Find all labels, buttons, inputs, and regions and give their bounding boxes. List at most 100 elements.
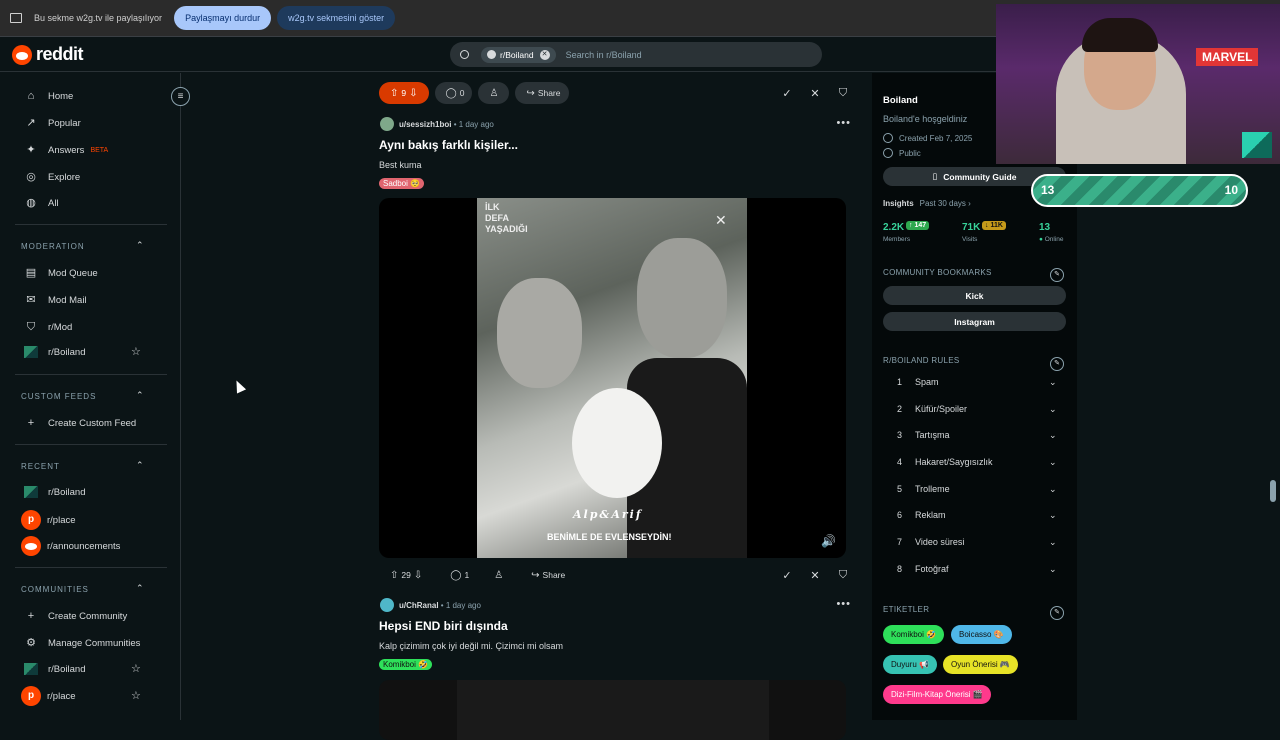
chevron-up-icon[interactable]: ⌃ (136, 583, 144, 594)
sidebar-item-mod-mail[interactable]: ✉ Mod Mail (24, 293, 86, 307)
community-sidebar: Boiland Boiland'e hoşgeldiniz Created Fe… (872, 73, 1077, 720)
clear-scope-icon[interactable]: ✕ (539, 49, 550, 60)
post-flair[interactable]: Komikboi 🤣 (379, 659, 433, 670)
comments-button[interactable]: ◯ 1 (439, 564, 477, 586)
tag-komikboi[interactable]: Komikboi 🤣 (883, 625, 945, 644)
sidebar-item-answers[interactable]: ✦ Answers BETA (24, 143, 108, 157)
comment-count: 1 (464, 570, 470, 580)
approve-icon[interactable]: ✓ (775, 87, 799, 100)
show-tab-button[interactable]: w2g.tv sekmesini göster (277, 6, 396, 30)
sidebar-item-boiland[interactable]: r/Boiland (24, 346, 86, 358)
user-avatar[interactable] (380, 598, 394, 612)
video-caption-sub: BENİMLE DE EVLENSEYDİN! (547, 532, 672, 542)
snoo-icon (12, 44, 32, 65)
page-scrollbar[interactable] (1270, 480, 1276, 502)
post-author[interactable]: u/ChRanal (399, 601, 439, 610)
search-input[interactable]: Search in r/Boiland (566, 50, 642, 60)
volume-icon[interactable]: 🔊 (821, 534, 836, 548)
sidebar-item-label: Popular (48, 117, 81, 129)
more-options-icon[interactable]: ••• (836, 598, 851, 610)
all-icon: ◍ (26, 197, 36, 209)
mod-shield-icon[interactable]: ⛉ (831, 569, 855, 582)
more-options-icon[interactable]: ••• (836, 117, 851, 129)
rule-title: Hakaret/Saygısızlık (915, 457, 993, 467)
stop-sharing-button[interactable]: Paylaşmayı durdur (174, 6, 272, 30)
popular-icon: ↗ (26, 117, 36, 129)
custom-feeds-header[interactable]: CUSTOM FEEDS (21, 392, 96, 401)
collapse-sidebar-icon[interactable]: ≡ (171, 87, 190, 106)
create-community-button[interactable]: + Create Community (24, 609, 127, 623)
favorite-star-icon[interactable]: ☆ (131, 689, 141, 702)
tag-oyun-onerisi[interactable]: Oyun Önerisi 🎮 (943, 655, 1018, 674)
mod-shield-icon[interactable]: ⛉ (831, 87, 855, 100)
tag-dizi-film-kitap[interactable]: Dizi-Film-Kitap Önerisi 🎬 (883, 685, 991, 704)
favorite-star-icon[interactable]: ☆ (131, 345, 141, 358)
approve-icon[interactable]: ✓ (775, 569, 799, 582)
sidebar-item-label: Home (48, 90, 74, 102)
post-image[interactable] (379, 680, 846, 740)
recent-header[interactable]: RECENT (21, 462, 60, 471)
sidebar-item-recent-place[interactable]: p r/place (21, 510, 76, 530)
award-icon: ♙ (489, 87, 499, 99)
rule-title: Reklam (915, 510, 946, 520)
tag-duyuru[interactable]: Duyuru 📢 (883, 655, 937, 674)
communities-header[interactable]: COMMUNITIES (21, 585, 89, 594)
post-video[interactable]: İLK DEFA YAŞADIĞI ✕ Alp&Arif BENİMLE DE EV… (379, 198, 846, 558)
post-flair[interactable]: Sadboi 🥺 (379, 178, 425, 189)
post-title[interactable]: Hepsi END biri dışında (379, 619, 508, 633)
community-created: Created Feb 7, 2025 (883, 133, 972, 143)
streamer-hair (1082, 18, 1158, 52)
search-bar[interactable]: r/Boiland ✕ Search in r/Boiland (450, 42, 822, 67)
sidebar-item-community-place[interactable]: p r/place (21, 686, 76, 706)
search-scope-chip[interactable]: r/Boiland ✕ (481, 46, 556, 63)
award-button[interactable]: ♙ (478, 82, 510, 104)
post-title[interactable]: Aynı bakış farklı kişiler... (379, 138, 518, 152)
sidebar-item-label: r/place (47, 690, 76, 702)
upvote-icon[interactable]: ⇧ (390, 570, 398, 581)
share-button[interactable]: ↪ Share (515, 82, 569, 104)
downvote-icon[interactable]: ⇩ (409, 88, 417, 99)
downvote-icon[interactable]: ⇩ (414, 570, 422, 581)
rule-number: 4 (897, 457, 903, 467)
share-button[interactable]: ↪ Share (520, 564, 573, 586)
video-overlay-text: İLK DEFA YAŞADIĞI (485, 202, 528, 234)
tag-boicasso[interactable]: Boicasso 🎨 (951, 625, 1012, 644)
chevron-up-icon[interactable]: ⌃ (136, 240, 144, 251)
sidebar-item-recent-boiland[interactable]: r/Boiland (24, 486, 86, 498)
comments-button[interactable]: ◯ 0 (434, 82, 473, 104)
insights-header[interactable]: Insights Past 30 days › (883, 199, 971, 208)
create-custom-feed-button[interactable]: + Create Custom Feed (24, 416, 136, 430)
user-avatar[interactable] (380, 117, 394, 131)
sidebar-item-r-mod[interactable]: ⛉ r/Mod (24, 320, 72, 334)
chevron-down-icon: ⌄ (1049, 537, 1057, 547)
sidebar-item-popular[interactable]: ↗ Popular (24, 116, 81, 130)
award-button[interactable]: ♙ (483, 564, 514, 586)
rule-number: 3 (897, 430, 903, 440)
edit-bookmarks-icon[interactable]: ✎ (1050, 268, 1064, 282)
remove-icon[interactable]: ✕ (803, 569, 827, 582)
sidebar-item-home[interactable]: ⌂ Home (24, 89, 74, 103)
sidebar-item-label: r/Mod (48, 321, 73, 333)
boiland-community-icon (24, 486, 38, 498)
vote-pill: ⇧ 9 ⇩ (379, 82, 429, 104)
sidebar-item-mod-queue[interactable]: ▤ Mod Queue (24, 266, 98, 280)
edit-rules-icon[interactable]: ✎ (1050, 357, 1064, 371)
sidebar-item-community-boiland[interactable]: r/Boiland (24, 663, 86, 675)
home-icon: ⌂ (27, 90, 35, 102)
bookmark-instagram[interactable]: Instagram (883, 312, 1066, 331)
chevron-up-icon[interactable]: ⌃ (136, 460, 144, 471)
sidebar-item-recent-announcements[interactable]: r/announcements (21, 536, 120, 556)
manage-communities-button[interactable]: ⚙ Manage Communities (24, 636, 140, 650)
edit-tags-icon[interactable]: ✎ (1050, 606, 1064, 620)
favorite-star-icon[interactable]: ☆ (131, 662, 141, 675)
video-person-right (637, 238, 727, 358)
bookmark-kick[interactable]: Kick (883, 286, 1066, 305)
moderation-header[interactable]: MODERATION (21, 242, 85, 251)
upvote-icon[interactable]: ⇧ (390, 88, 398, 99)
reddit-logo[interactable]: reddit (12, 44, 84, 65)
sidebar-item-explore[interactable]: ◎ Explore (24, 170, 80, 184)
chevron-up-icon[interactable]: ⌃ (136, 390, 144, 401)
sidebar-item-all[interactable]: ◍ All (24, 196, 58, 210)
remove-icon[interactable]: ✕ (803, 87, 827, 100)
post-author[interactable]: u/sessizh1boi (399, 120, 451, 129)
